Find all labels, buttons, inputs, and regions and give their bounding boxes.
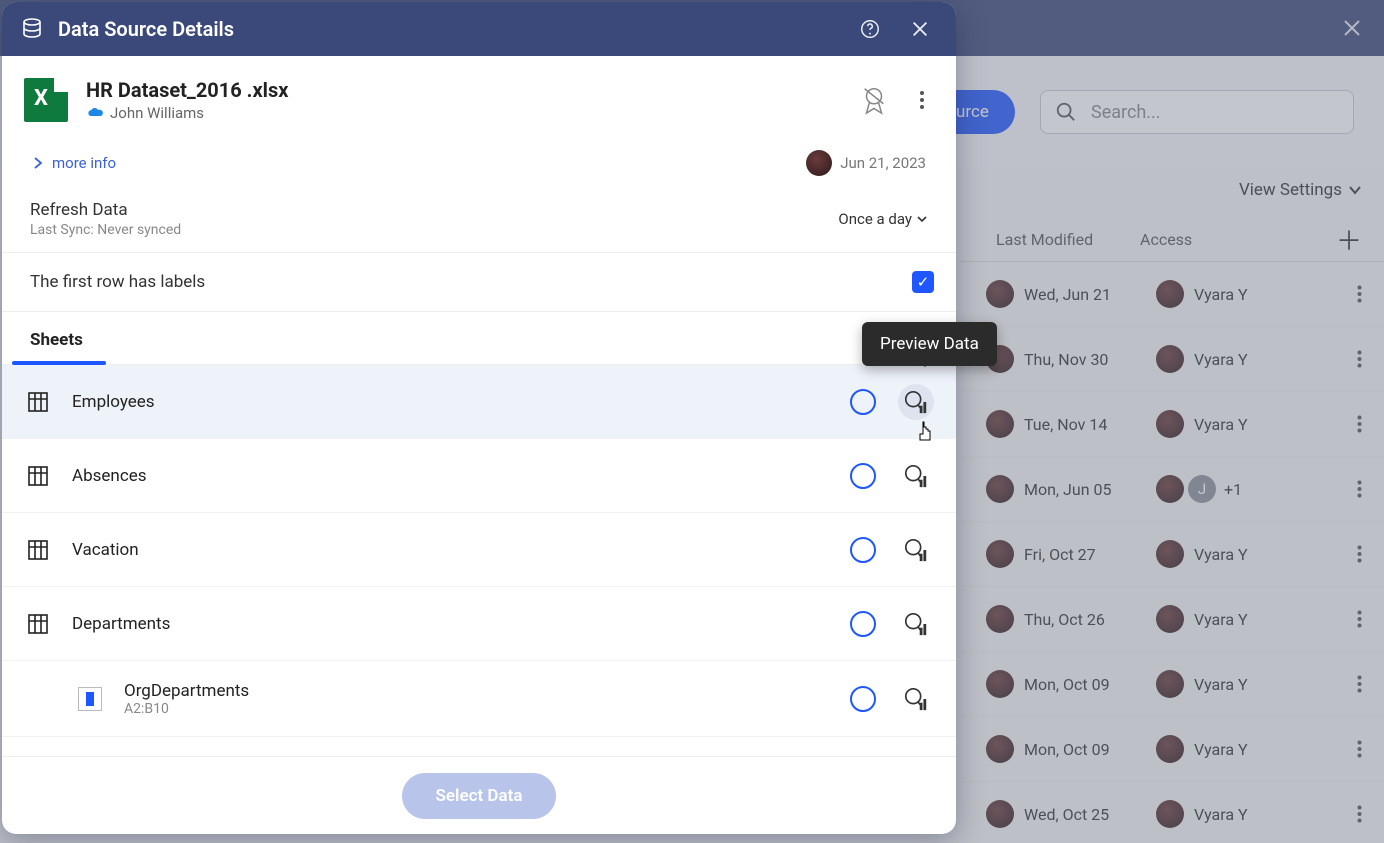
sheet-name: Vacation xyxy=(72,540,828,560)
preview-data-button[interactable] xyxy=(898,606,934,642)
database-icon xyxy=(20,17,44,41)
chevron-down-icon xyxy=(916,213,928,225)
named-range-row[interactable]: OrgDepartmentsA2:B10 xyxy=(2,661,956,737)
sheet-select-radio[interactable] xyxy=(850,611,876,637)
refresh-freq-select[interactable]: Once a day xyxy=(838,210,928,228)
sheet-select-radio[interactable] xyxy=(850,389,876,415)
modal-close-button[interactable] xyxy=(902,11,938,47)
select-data-button[interactable]: Select Data xyxy=(402,773,556,819)
preview-data-button[interactable] xyxy=(898,384,934,420)
onedrive-icon xyxy=(86,107,104,119)
sheet-select-radio[interactable] xyxy=(850,463,876,489)
preview-data-button[interactable] xyxy=(898,458,934,494)
modal-footer: Select Data xyxy=(2,756,956,834)
first-row-labels-checkbox[interactable]: ✓ xyxy=(912,271,934,293)
updated-date: Jun 21, 2023 xyxy=(840,154,926,172)
data-source-modal: Data Source Details HR Dataset_2016 .xls… xyxy=(2,2,956,834)
certified-button[interactable] xyxy=(856,82,892,118)
sheet-icon xyxy=(26,464,50,488)
preview-icon xyxy=(903,463,929,489)
named-range-name: OrgDepartments xyxy=(124,681,828,701)
sheet-name: Absences xyxy=(72,466,828,486)
refresh-row: Refresh Data Last Sync: Never synced Onc… xyxy=(2,190,956,253)
refresh-subtitle: Last Sync: Never synced xyxy=(30,222,181,238)
sheet-name: Employees xyxy=(72,392,828,412)
modal-title: Data Source Details xyxy=(58,17,838,41)
excel-file-icon xyxy=(24,78,68,122)
more-info-link[interactable]: more info xyxy=(52,154,116,172)
file-owner: John Williams xyxy=(86,104,288,122)
named-range-cells: A2:B10 xyxy=(124,701,828,717)
preview-icon xyxy=(903,537,929,563)
preview-data-button[interactable] xyxy=(898,532,934,568)
avatar xyxy=(806,150,832,176)
sheet-row[interactable]: Absences xyxy=(2,439,956,513)
refresh-title: Refresh Data xyxy=(30,200,181,220)
first-row-labels-row: The first row has labels ✓ xyxy=(2,253,956,312)
preview-icon xyxy=(903,389,929,415)
help-button[interactable] xyxy=(852,11,888,47)
file-info: HR Dataset_2016 .xlsx John Williams xyxy=(2,56,956,144)
sheet-name: Departments xyxy=(72,614,828,634)
sheet-row[interactable]: Departments xyxy=(2,587,956,661)
ribbon-icon xyxy=(859,85,889,115)
sheet-icon xyxy=(26,538,50,562)
help-icon xyxy=(859,18,881,40)
more-options-button[interactable] xyxy=(910,91,934,109)
chevron-right-icon xyxy=(32,157,44,169)
more-info-row: more info Jun 21, 2023 xyxy=(2,144,956,190)
preview-tooltip: Preview Data xyxy=(862,322,997,366)
cursor-icon xyxy=(916,420,936,444)
sheet-row[interactable]: Employees xyxy=(2,365,956,439)
first-row-labels-text: The first row has labels xyxy=(30,272,912,292)
refresh-freq-label: Once a day xyxy=(838,210,912,228)
sheet-icon xyxy=(26,612,50,636)
sheet-row[interactable]: Vacation xyxy=(2,513,956,587)
preview-icon xyxy=(903,611,929,637)
file-name: HR Dataset_2016 .xlsx xyxy=(86,78,288,102)
preview-data-button[interactable] xyxy=(898,681,934,717)
sheets-list: Employees Absences Vacation Departments OrgD… xyxy=(2,365,956,756)
close-icon xyxy=(910,19,930,39)
preview-icon xyxy=(903,686,929,712)
modal-header: Data Source Details xyxy=(2,2,956,56)
sheets-header: Sheets xyxy=(2,312,956,365)
sheet-icon xyxy=(26,390,50,414)
file-owner-name: John Williams xyxy=(110,104,204,122)
sheet-select-radio[interactable] xyxy=(850,537,876,563)
named-range-icon xyxy=(78,687,102,711)
sheet-select-radio[interactable] xyxy=(850,686,876,712)
